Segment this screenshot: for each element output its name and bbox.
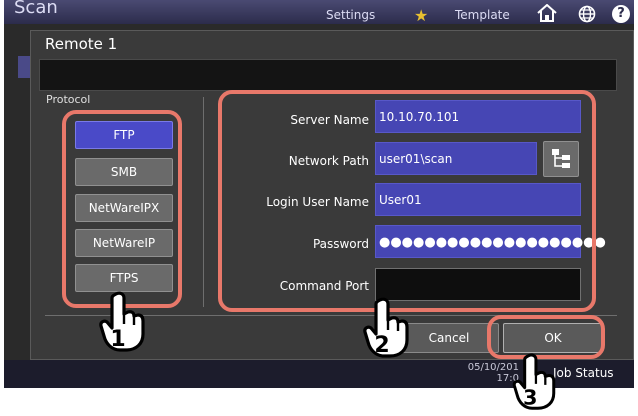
password-label: Password: [312, 237, 369, 251]
browse-folder-button[interactable]: [543, 141, 579, 177]
step-3-hand-icon: 3: [510, 352, 560, 416]
password-field[interactable]: ●●●●●●●●●●●●●●●●●●●●: [375, 225, 606, 258]
protocol-ftps-button[interactable]: FTPS: [75, 264, 173, 292]
command-port-label: Command Port: [279, 279, 369, 293]
network-path-field[interactable]: user01\scan: [375, 142, 537, 175]
protocol-label: Protocol: [46, 93, 91, 106]
ok-button[interactable]: OK: [503, 323, 603, 353]
server-name-field[interactable]: 10.10.70.101: [375, 100, 581, 133]
step-1-number: 1: [110, 327, 125, 352]
date-time: 05/10/201 17:0: [449, 362, 519, 384]
date-text: 05/10/201: [467, 362, 519, 373]
protocol-smb-button[interactable]: SMB: [75, 158, 173, 186]
template-tab[interactable]: Template: [455, 8, 510, 22]
top-bar: Scan Settings ★ Template ?: [4, 0, 634, 27]
cancel-button[interactable]: Cancel: [399, 323, 499, 353]
star-icon[interactable]: ★: [414, 6, 428, 25]
step-1-hand-icon: 1: [98, 290, 148, 358]
server-name-label: Server Name: [290, 113, 369, 127]
login-user-name-field[interactable]: User01: [375, 183, 581, 216]
help-icon[interactable]: ?: [612, 5, 630, 23]
settings-tab[interactable]: Settings: [326, 8, 375, 22]
message-bar: [39, 59, 617, 91]
protocol-ftp-button[interactable]: FTP: [75, 121, 173, 149]
time-text: 17:0: [496, 373, 519, 384]
login-user-name-label: Login User Name: [266, 195, 369, 209]
folder-tree-icon: [552, 149, 570, 168]
step-2-number: 2: [374, 333, 389, 358]
home-icon[interactable]: [536, 3, 558, 26]
step-3-number: 3: [523, 386, 537, 410]
network-path-label: Network Path: [288, 154, 369, 168]
dialog-title: Remote 1: [45, 35, 118, 53]
vertical-divider: [203, 97, 204, 307]
app-title: Scan: [14, 0, 58, 18]
protocol-netwareip-button[interactable]: NetWareIP: [75, 229, 173, 257]
step-2-hand-icon: 2: [362, 296, 412, 364]
globe-icon[interactable]: [578, 5, 596, 27]
job-status-button[interactable]: Job Status: [553, 366, 614, 380]
protocol-netwareipx-button[interactable]: NetWareIPX: [75, 194, 173, 222]
